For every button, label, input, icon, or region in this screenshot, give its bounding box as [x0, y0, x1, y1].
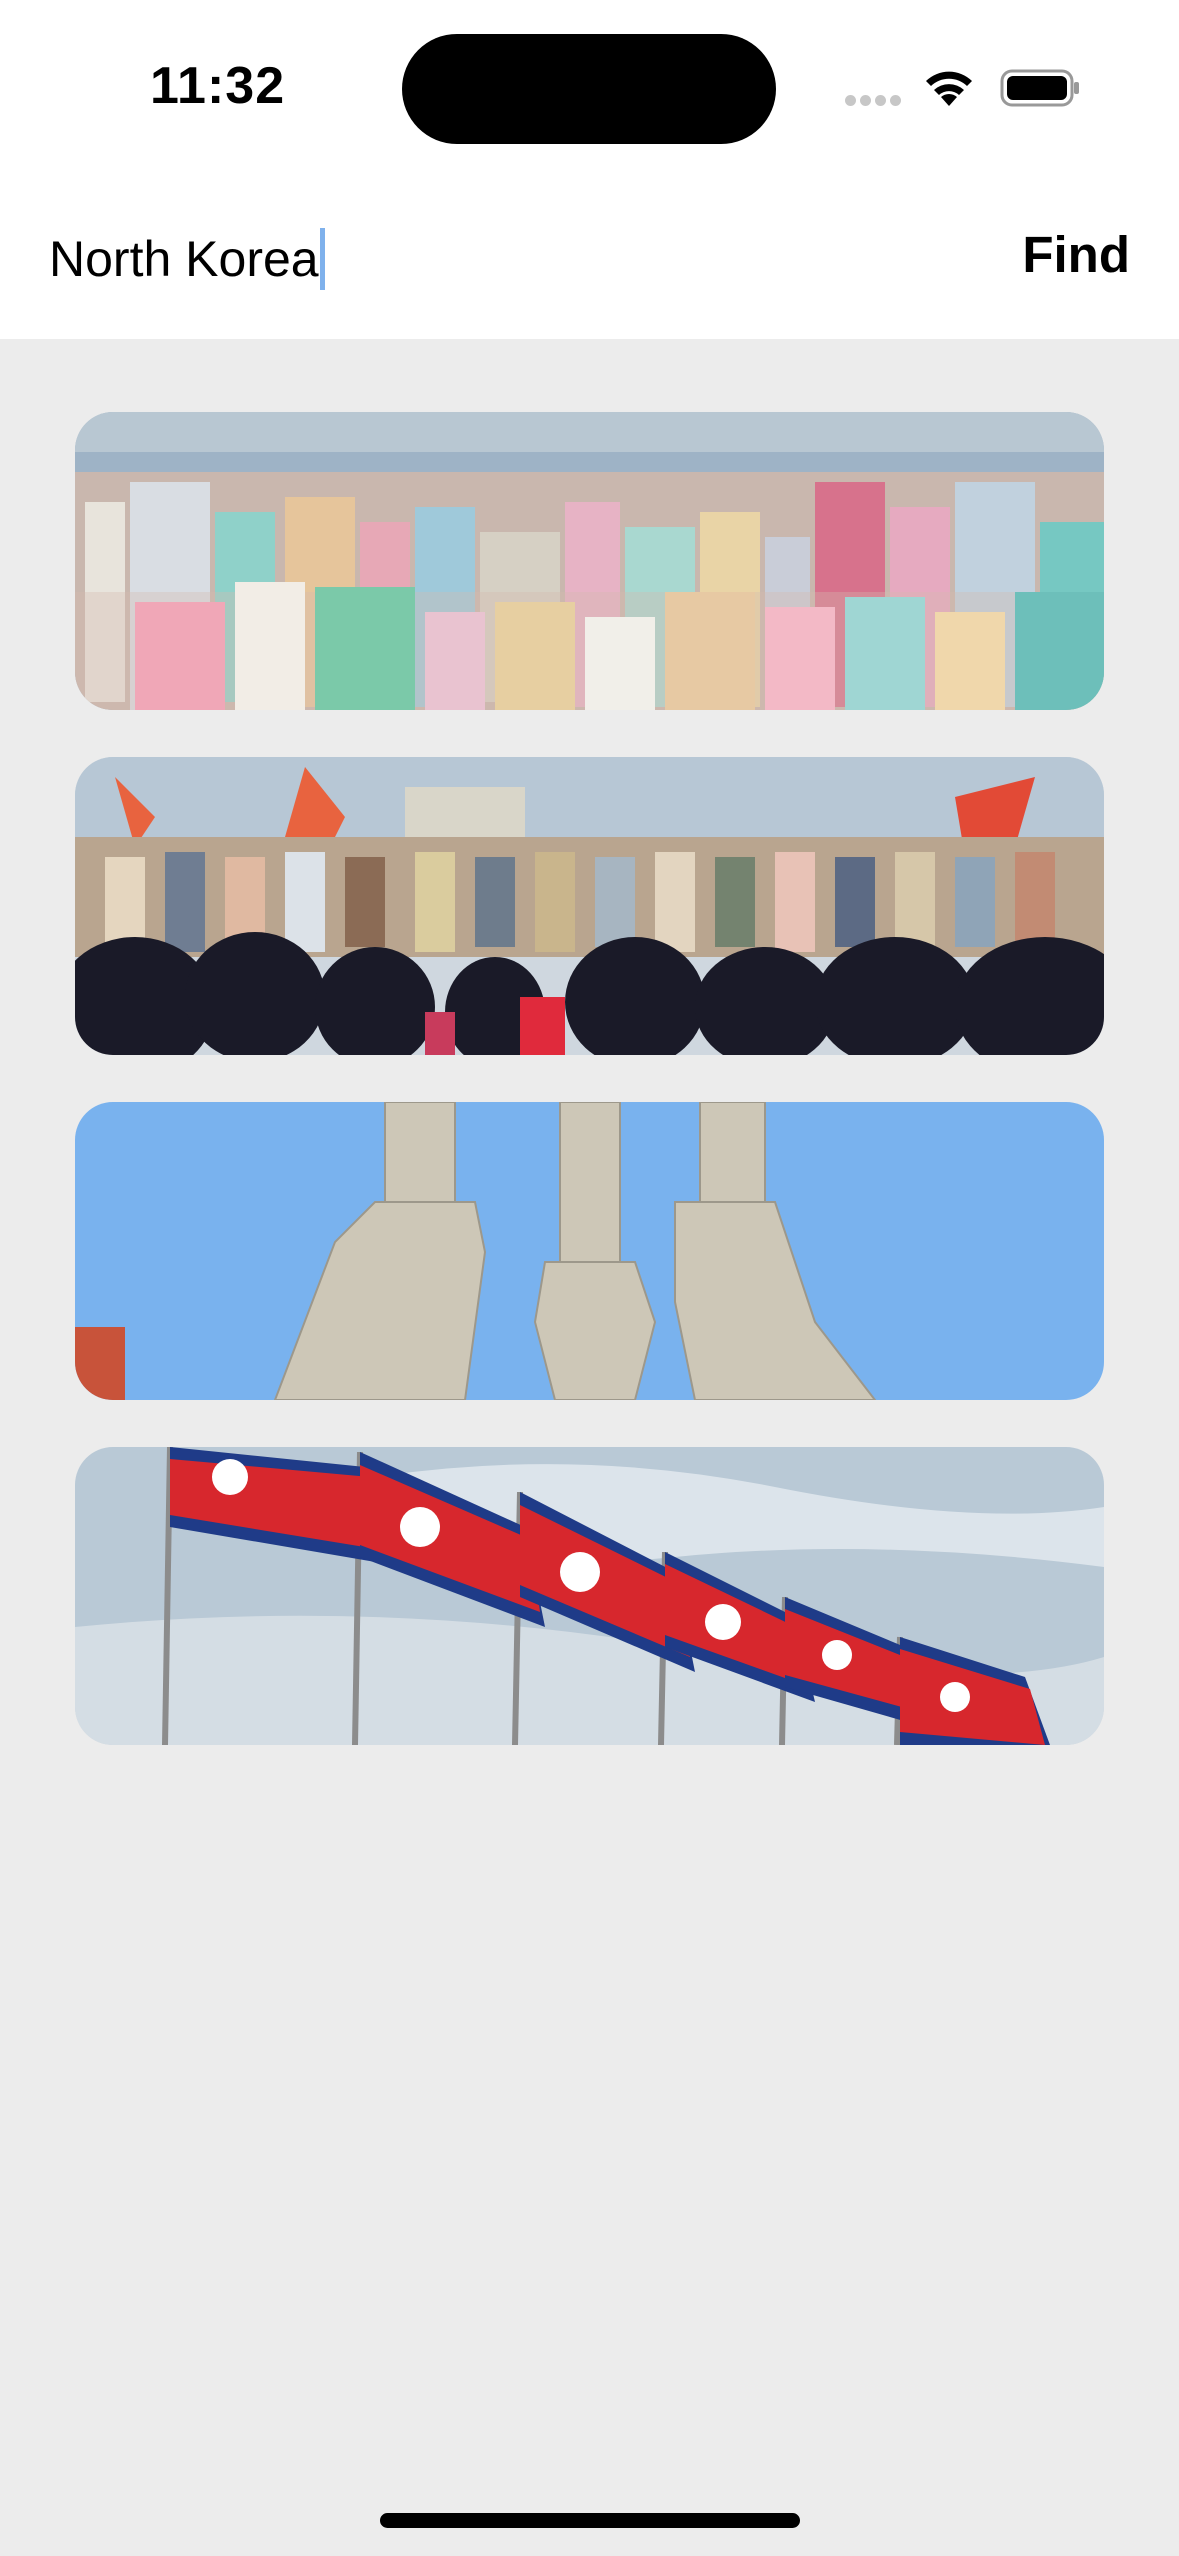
status-bar: 11:32	[0, 0, 1179, 175]
home-indicator[interactable]	[380, 2513, 800, 2528]
search-query-text[interactable]: North Korea	[49, 229, 319, 289]
result-card-monument[interactable]	[75, 1102, 1104, 1400]
result-card-skyline[interactable]	[75, 412, 1104, 710]
battery-icon	[1000, 69, 1079, 107]
dynamic-island	[402, 34, 776, 144]
result-card-mural[interactable]	[75, 757, 1104, 1055]
result-card-flags[interactable]	[75, 1447, 1104, 1745]
mural-crowd-image	[75, 757, 1104, 1055]
pyongyang-skyline-image	[75, 412, 1104, 710]
text-caret	[319, 228, 325, 290]
search-input[interactable]: North Korea	[49, 228, 325, 290]
flags-image	[75, 1447, 1104, 1745]
results-list	[75, 412, 1104, 1792]
status-time: 11:32	[150, 57, 286, 115]
wifi-icon	[926, 71, 972, 106]
find-button[interactable]: Find	[1022, 225, 1130, 284]
search-bar: North Korea Find	[0, 175, 1179, 339]
party-monument-image	[75, 1102, 1104, 1400]
cellular-signal-icon	[845, 93, 905, 109]
